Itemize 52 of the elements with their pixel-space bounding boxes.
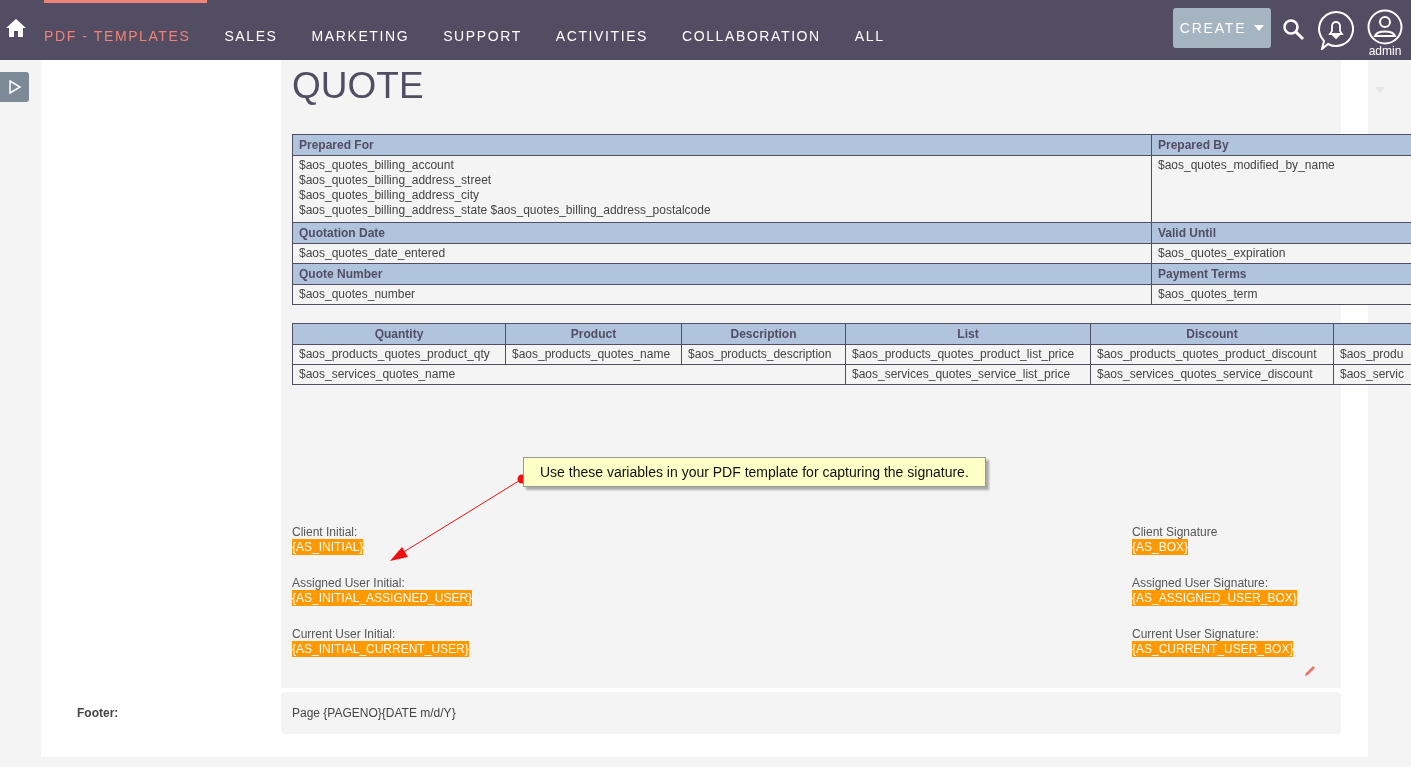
home-icon[interactable] [6, 19, 26, 37]
table-header: Product [505, 323, 682, 345]
template-variable: {AS_INITIAL_ASSIGNED_USER} [292, 590, 473, 606]
pencil-icon[interactable] [1304, 665, 1316, 677]
table-header: Discount [1090, 323, 1334, 345]
table-header: Quantity [292, 323, 506, 345]
nav-tab[interactable]: SALES [207, 0, 295, 60]
table-header: Prepared By [1151, 134, 1411, 156]
table-header: Prepared For [292, 134, 1152, 156]
table-cell: $aos_products_quotes_product_list_price [845, 344, 1091, 365]
signature-label: Current User Signature: [1132, 627, 1259, 641]
table-cell: $aos_quotes_date_entered [292, 243, 1152, 264]
table-cell: $aos_services_quotes_service_discount [1090, 364, 1334, 385]
nav-tab[interactable]: ACTIVITIES [538, 0, 666, 60]
search-icon[interactable] [1283, 19, 1305, 41]
footer-field[interactable]: Page {PAGENO}{DATE m/d/Y} [281, 692, 1341, 734]
table-cell: $aos_quotes_billing_account $aos_quotes_billing_address_street $aos_quotes_billing_address_city $aos_quotes_billing_address_state $aos_quotes_billing_address_postalcode [292, 155, 1152, 223]
table-cell: $aos_products_quotes_product_qty [292, 344, 506, 365]
table-cell: $aos_products_description [681, 344, 846, 365]
signature-label: Client Signature [1132, 525, 1218, 539]
username: admin [1368, 44, 1402, 58]
template-variable: {AS_ASSIGNED_USER_BOX} [1132, 590, 1297, 606]
table-header: Valid Until [1151, 222, 1411, 244]
table-header: Quotation Date [292, 222, 1152, 244]
user-avatar-icon[interactable] [1367, 8, 1403, 45]
nav-tab[interactable]: ALL [837, 0, 902, 60]
document-title: QUOTE [292, 64, 425, 108]
sidebar-toggle-button[interactable] [0, 72, 29, 102]
template-variable: {AS_INITIAL_CURRENT_USER} [292, 641, 469, 657]
signature-label: Assigned User Initial: [292, 576, 405, 590]
nav-tab[interactable]: MARKETING [294, 0, 427, 60]
caret-icon [1254, 25, 1265, 31]
tooltip: Use these variables in your PDF template for capturing the signature. [523, 457, 986, 487]
footer-label: Footer: [77, 706, 119, 720]
nav-tab[interactable]: COLLABORATION [665, 0, 838, 60]
signature-label: Assigned User Signature: [1132, 576, 1269, 590]
table-cell: $aos_products_quotes_name [505, 344, 682, 365]
table-cell: $aos_services_quotes_name [292, 364, 846, 385]
notification-bell-icon[interactable] [1317, 10, 1355, 50]
template-variable: {AS_BOX} [1132, 539, 1189, 555]
table-cell: $aos_products_quotes_product_discount [1090, 344, 1334, 365]
table-cell: $aos_services_quotes_service_list_price [845, 364, 1091, 385]
table-header: List [845, 323, 1091, 345]
play-icon [7, 80, 22, 94]
template-variable: {AS_INITIAL} [292, 539, 364, 555]
signature-label: Current User Initial: [292, 627, 396, 641]
table-header: Quote Number [292, 263, 1152, 285]
signature-label: Client Initial: [292, 525, 358, 539]
table-cell: $aos_quotes_number [292, 284, 1152, 305]
table-header: Description [681, 323, 846, 345]
nav-tab[interactable]: SUPPORT [426, 0, 539, 60]
table-header: Payment Terms [1151, 263, 1411, 285]
